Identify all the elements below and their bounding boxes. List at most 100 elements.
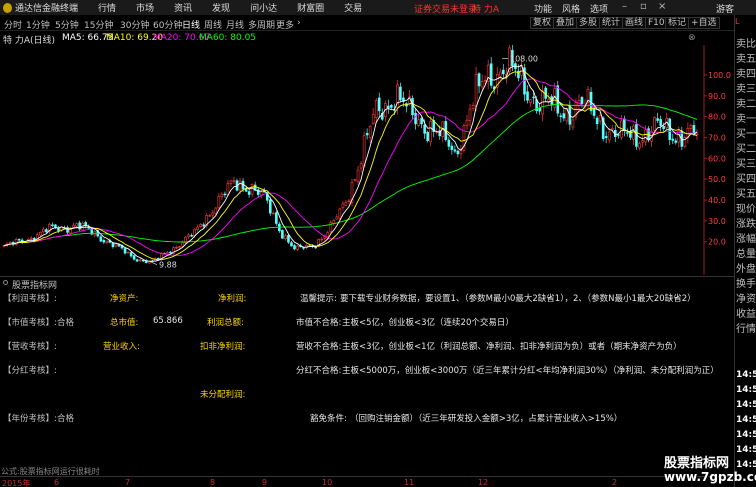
- period-multi[interactable]: 多周期: [248, 18, 275, 31]
- panel-toggle-icon[interactable]: [3, 280, 8, 285]
- candle-body: [199, 224, 202, 227]
- candle-body: [411, 98, 414, 116]
- menu-ask[interactable]: 问小达: [250, 1, 277, 14]
- candle-body: [674, 140, 678, 143]
- period-more[interactable]: 更多: [276, 18, 294, 31]
- app-title: 通达信金融终端: [14, 4, 78, 14]
- menu-options[interactable]: 选项: [590, 2, 608, 15]
- candle-body: [399, 86, 402, 101]
- tool-draw[interactable]: 画线: [622, 17, 647, 29]
- ma10-line: [3, 70, 698, 261]
- candle-body: [268, 199, 272, 214]
- candle-body: [623, 118, 626, 131]
- candlestick-chart[interactable]: 100.0 90.0 80.0 70.0 60.0 50.0 40.0 30.0 20.0 108…: [0, 45, 734, 275]
- candle-body: [51, 224, 54, 226]
- tool-stats[interactable]: 统计: [599, 17, 624, 29]
- candle-body: [559, 115, 563, 117]
- candle-body: [477, 73, 481, 87]
- candle-body: [526, 91, 529, 101]
- tool-multi-stock[interactable]: 多股: [576, 17, 601, 29]
- candle-body: [571, 119, 575, 128]
- candle-body: [17, 239, 21, 241]
- period-60min[interactable]: 60分钟: [153, 18, 182, 31]
- period-daily[interactable]: 日线: [182, 18, 200, 31]
- candle-body: [610, 127, 614, 130]
- menu-trade[interactable]: 交易: [344, 1, 362, 14]
- menu-wealth[interactable]: 财富圈: [297, 1, 324, 14]
- quote-field-label: 卖二: [736, 99, 756, 110]
- candle-body: [341, 203, 345, 208]
- quote-field-label: 现价: [736, 204, 756, 215]
- period-1min[interactable]: 1分钟: [26, 18, 50, 31]
- tool-add-watchlist[interactable]: +自选: [688, 17, 720, 29]
- period-15min[interactable]: 15分钟: [84, 18, 113, 31]
- candle-body: [229, 180, 233, 184]
- quote-field-label: 卖三: [736, 84, 756, 95]
- tool-overlay[interactable]: 叠加: [553, 17, 578, 29]
- period-bar: 分时 1分钟 5分钟 15分钟 30分钟 60分钟 日线 周线 月线 多周期 更…: [0, 15, 734, 31]
- time-axis: 2015年 6 7 8 9 10 11 12 2: [0, 476, 734, 487]
- candle-body: [538, 107, 541, 112]
- period-monthly[interactable]: 月线: [226, 18, 244, 31]
- candle-body: [157, 257, 160, 260]
- candle-body: [689, 125, 693, 129]
- candle-body: [175, 246, 178, 249]
- more-arrow-icon[interactable]: ›: [297, 18, 301, 28]
- close-icon[interactable]: ×: [658, 1, 666, 12]
- candle-body: [202, 224, 206, 227]
- menu-function[interactable]: 功能: [534, 2, 552, 15]
- dividend-check-tag: 【分红考核】:: [3, 366, 57, 376]
- candle-body: [644, 129, 647, 143]
- period-intraday[interactable]: 分时: [4, 18, 22, 31]
- candle-body: [347, 200, 351, 202]
- candle-body: [72, 224, 75, 228]
- tip-label: 温馨提示:: [300, 294, 337, 304]
- candle-body: [580, 97, 584, 105]
- candle-body: [390, 104, 393, 108]
- period-30min[interactable]: 30分钟: [120, 18, 149, 31]
- candle-body: [371, 114, 375, 124]
- candle-body: [595, 117, 599, 125]
- time-label: 7: [125, 478, 131, 487]
- time-label: 2015年: [2, 479, 31, 487]
- guest-label[interactable]: 游客: [716, 2, 734, 15]
- quote-field-label: 买四: [736, 174, 756, 185]
- time-label: 12: [478, 478, 489, 487]
- restore-icon[interactable]: ▫: [640, 1, 647, 12]
- login-notice[interactable]: 证券交易未登录: [414, 2, 477, 15]
- candle-body: [377, 97, 381, 112]
- minimize-icon[interactable]: –: [622, 1, 627, 12]
- quote-field-label: 换手: [736, 279, 756, 290]
- candle-body: [359, 163, 363, 169]
- dividend-fail-label: 分红不合格:: [296, 366, 342, 376]
- candle-body: [66, 227, 69, 233]
- candle-body: [250, 184, 254, 195]
- candle-body: [272, 212, 275, 215]
- quote-field-label: 卖比: [736, 39, 756, 50]
- tool-adjust[interactable]: 复权: [530, 17, 555, 29]
- app-logo: 通达信金融终端: [0, 1, 78, 14]
- tool-mark[interactable]: 标记: [665, 17, 690, 29]
- candle-body: [129, 252, 133, 257]
- quote-field-label: 卖四: [736, 69, 756, 80]
- menu-discover[interactable]: 发现: [212, 1, 230, 14]
- menu-news[interactable]: 资讯: [174, 1, 192, 14]
- candle-body: [135, 259, 139, 262]
- price-tick-label: 80.0: [708, 113, 726, 122]
- menu-quotes[interactable]: 行情: [98, 1, 116, 14]
- ma60-value: MA60: 80.05: [199, 33, 257, 43]
- candle-body: [653, 117, 656, 131]
- tick-time: 14:5: [736, 370, 756, 380]
- quote-field-label: 卖五: [736, 54, 756, 65]
- quote-side-panel: L 卖比 卖五 卖四 卖三 卖二 卖一 买一 买二 买三 买四 买五 现价 涨跌 涨幅 总量 外盘 换手 净资 收益…: [734, 15, 756, 487]
- candle-body: [169, 251, 172, 254]
- close-indicator-icon[interactable]: ⊗: [688, 33, 696, 43]
- time-label: 6: [54, 478, 60, 487]
- price-tick-label: 30.0: [708, 217, 726, 226]
- period-5min[interactable]: 5分钟: [55, 18, 79, 31]
- menu-style[interactable]: 风格: [562, 2, 580, 15]
- price-tick-label: 40.0: [708, 196, 726, 205]
- candle-body: [447, 139, 451, 147]
- period-weekly[interactable]: 周线: [204, 18, 222, 31]
- menu-market[interactable]: 市场: [136, 1, 154, 14]
